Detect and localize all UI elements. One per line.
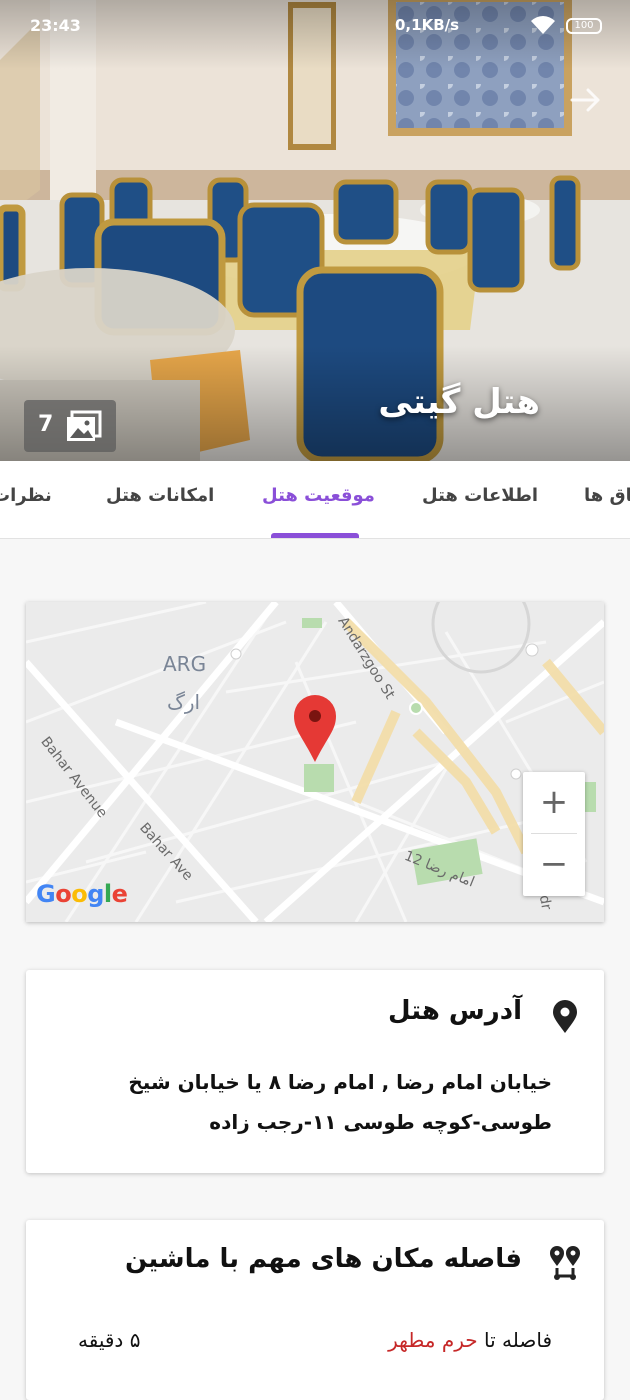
distance-row-label: فاصله تا حرم مطهر <box>388 1328 552 1352</box>
hotel-title: هتل گیتی <box>378 382 540 422</box>
map-streets <box>26 602 604 922</box>
zoom-out-button[interactable]: − <box>523 834 585 896</box>
map-label-arg-fa: ارگ <box>167 690 201 714</box>
zoom-in-button[interactable]: + <box>523 772 585 834</box>
active-tab-indicator <box>271 533 359 538</box>
hotel-hero-image[interactable]: 23:43 0,1KB/s 100 هتل گیتی 7 <box>0 0 630 461</box>
location-pin-icon <box>552 1000 578 1038</box>
battery-icon: 100 <box>566 18 602 34</box>
address-card: آدرس هتل خیابان امام رضا , امام رضا ۸ یا… <box>26 970 604 1173</box>
google-logo: Google <box>36 880 128 908</box>
distance-card: فاصله مکان های مهم با ماشین فاصله تا حرم… <box>26 1220 604 1400</box>
hotel-tabs: اتاق ها اطلاعات هتل موقعیت هتل امکانات ه… <box>0 461 630 539</box>
tab-hotel-location[interactable]: موقعیت هتل <box>262 485 375 506</box>
distance-prefix: فاصله تا <box>484 1328 552 1352</box>
tab-reviews[interactable]: نظرات <box>0 485 52 506</box>
distance-place: حرم مطهر <box>388 1328 478 1352</box>
network-speed: 0,1KB/s <box>395 16 460 34</box>
tab-hotel-info[interactable]: اطلاعات هتل <box>422 485 538 506</box>
arrow-right-icon[interactable] <box>566 82 606 122</box>
hotel-location-map[interactable]: ARG ارگ Bahar Avenue Bahar Ave Andarzgoo… <box>26 602 604 922</box>
tab-hotel-amenities[interactable]: امکانات هتل <box>106 485 214 506</box>
photo-gallery-button[interactable]: 7 <box>24 400 116 452</box>
tab-rooms[interactable]: اتاق ها <box>584 485 630 506</box>
wifi-icon <box>530 14 556 40</box>
status-time: 23:43 <box>30 16 81 35</box>
map-label-arg-en: ARG <box>163 652 207 676</box>
address-text: خیابان امام رضا , امام رضا ۸ یا خیابان ش… <box>128 1070 552 1134</box>
map-zoom-controls: + − <box>523 772 585 896</box>
photo-count: 7 <box>38 412 54 437</box>
status-bar: 23:43 0,1KB/s 100 <box>0 0 630 52</box>
address-title: آدرس هتل <box>388 996 522 1026</box>
distance-time: ۵ دقیقه <box>78 1328 141 1352</box>
route-map-icon <box>548 1246 582 1286</box>
distance-title: فاصله مکان های مهم با ماشین <box>125 1244 522 1274</box>
image-gallery-icon <box>66 410 102 446</box>
